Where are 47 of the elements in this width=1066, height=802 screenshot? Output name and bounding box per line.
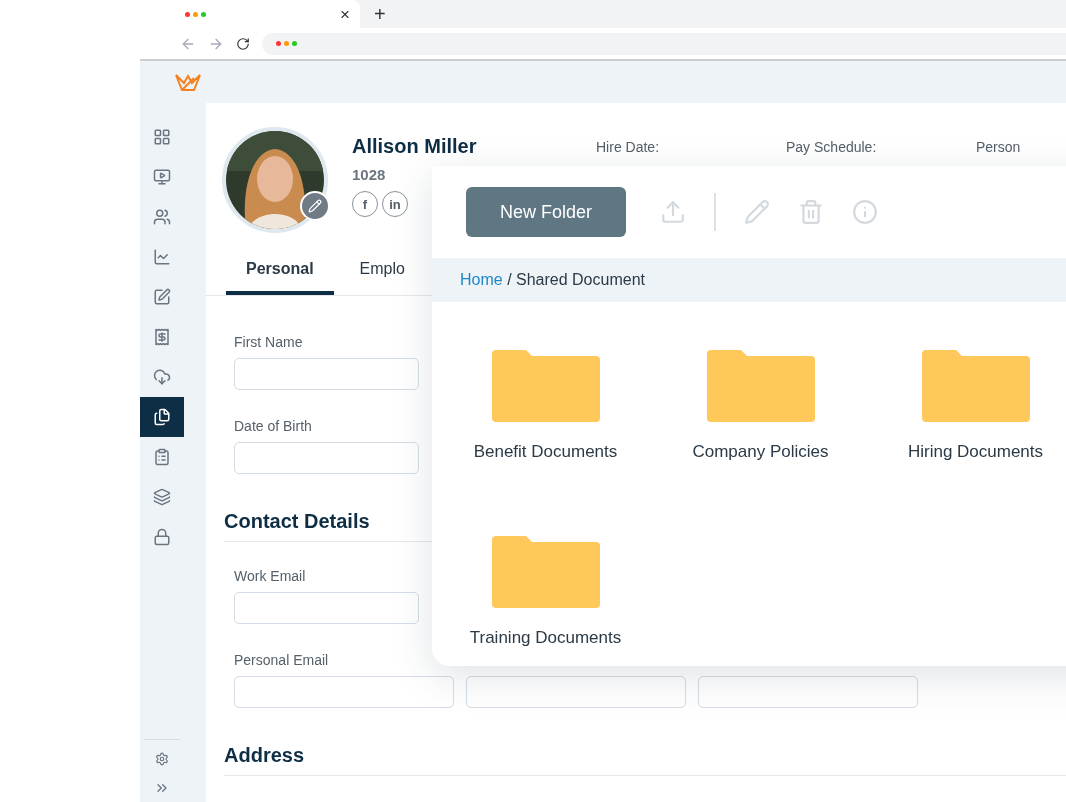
input-field[interactable] [234, 592, 419, 624]
close-tab[interactable]: × [340, 5, 350, 23]
cloud-download-icon [153, 368, 171, 386]
info-label: Pay Schedule: [786, 139, 878, 155]
input-field[interactable] [698, 676, 918, 708]
info-label: Hire Date: [596, 139, 661, 155]
folder-name[interactable]: Training Documents [469, 628, 622, 648]
breadcrumb-current: / Shared Document [506, 271, 645, 289]
layers-icon [153, 488, 171, 506]
new-folder-button[interactable]: New Folder [466, 187, 626, 237]
field-label: Personal Email [234, 652, 330, 668]
new-tab-button[interactable]: + [374, 0, 386, 28]
chart-icon [153, 248, 171, 266]
employee-name: Allison Miller [352, 135, 478, 158]
input-field[interactable] [234, 358, 419, 390]
edit-photo-button[interactable] [300, 191, 330, 221]
field-label: First Name [234, 334, 304, 350]
pencil-icon [308, 199, 322, 213]
input-field[interactable] [466, 676, 686, 708]
receipt-icon [153, 328, 171, 346]
lock-icon [153, 528, 171, 546]
folder-name[interactable]: Hiring Documents [907, 442, 1044, 462]
edit-icon [153, 288, 171, 306]
reload-icon[interactable] [236, 36, 250, 51]
field-label: Date of Birth [234, 418, 313, 434]
info-label: Person [976, 139, 1022, 155]
documents-icon [153, 408, 171, 426]
settings-icon[interactable] [155, 752, 169, 766]
input-field[interactable] [234, 442, 419, 474]
people-icon [153, 208, 171, 226]
folder-name[interactable]: Benefit Documents [473, 442, 618, 462]
grid-icon [153, 128, 171, 146]
clipboard-icon [153, 448, 171, 466]
folder-name[interactable]: Company Policies [692, 442, 829, 462]
address-bar[interactable] [262, 32, 1066, 55]
section-heading: Address [224, 744, 1066, 776]
sidebar-item[interactable] [140, 397, 184, 437]
crown-logo-icon [174, 72, 202, 92]
employee-id: 1028 [352, 166, 387, 183]
window-dots-icon [185, 11, 206, 17]
tab[interactable]: Personal [226, 247, 334, 295]
monitor-icon [153, 168, 171, 186]
browser-tab[interactable]: × [140, 0, 360, 28]
field-label: Work Email [234, 568, 307, 584]
input-field[interactable] [234, 676, 454, 708]
tab[interactable]: Emplo [339, 247, 425, 295]
breadcrumb-link[interactable]: Home [460, 271, 503, 289]
